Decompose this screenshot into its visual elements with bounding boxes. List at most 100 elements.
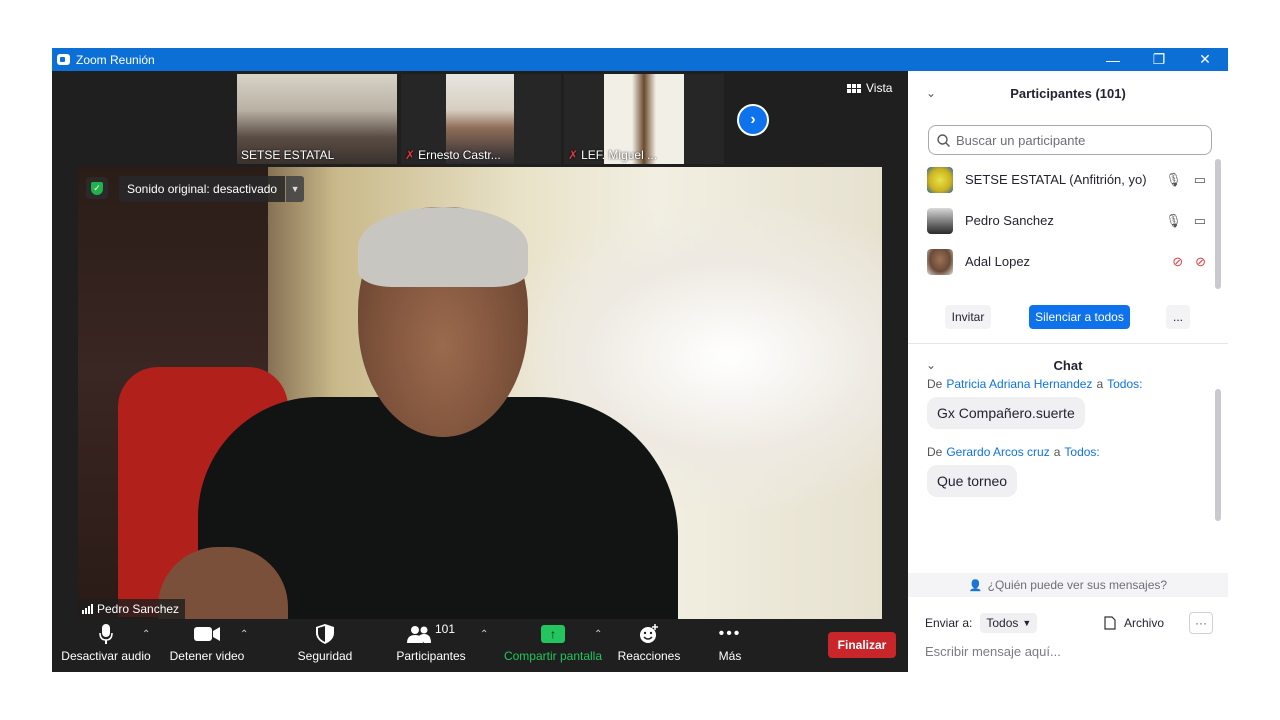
thumbnail-video[interactable]: ✗ LEF. Miguel ...	[564, 74, 724, 164]
video-area: SETSE ESTATAL ✗ Ernesto Castr... ✗ LEF. …	[52, 71, 908, 672]
participant-search[interactable]: Buscar un participante	[928, 125, 1212, 155]
avatar	[927, 166, 953, 193]
thumbnail-label: SETSE ESTATAL	[241, 148, 334, 162]
file-button[interactable]: Archivo	[1104, 616, 1164, 630]
file-label: Archivo	[1124, 616, 1165, 630]
original-sound-control[interactable]: Sonido original: desactivado ▼	[119, 176, 305, 202]
view-button[interactable]: Vista	[847, 81, 892, 95]
more-dots-icon: •••	[718, 625, 742, 642]
original-sound-label[interactable]: Sonido original: desactivado	[119, 176, 286, 202]
send-to-row: Enviar a: Todos ▼ Archivo ···	[908, 610, 1228, 636]
chat-message: De Gerardo Arcos cruz a Todos: Que torne…	[908, 443, 1228, 497]
side-panel: ⌄ Participantes (101) Buscar un particip…	[908, 71, 1228, 672]
chat-prefix: De	[927, 379, 943, 391]
participants-actions: Invitar Silenciar a todos ...	[908, 305, 1228, 331]
video-camera-icon	[164, 619, 250, 649]
video-off-icon[interactable]: ⊘	[1195, 254, 1206, 270]
chat-recipient[interactable]: Todos:	[1107, 379, 1142, 391]
chat-message-input[interactable]	[925, 641, 1215, 661]
mic-muted-icon[interactable]: ⊘	[1172, 254, 1183, 270]
participants-count: 101	[434, 622, 456, 636]
encryption-badge[interactable]: ✓	[86, 177, 108, 199]
video-camera-icon[interactable]: ▭	[1194, 172, 1206, 188]
participant-row[interactable]: Pedro Sanchez 🎙 ▭	[908, 200, 1228, 241]
video-options-caret-icon[interactable]: ⌃	[240, 629, 248, 640]
zoom-window: Zoom Reunión — ❐ ✕ SETSE ESTATAL ✗ Ernes…	[52, 48, 1228, 672]
chat-sender[interactable]: Gerardo Arcos cruz	[946, 445, 1049, 459]
mute-all-button[interactable]: Silenciar a todos	[1029, 305, 1130, 329]
participants-title: Participantes (101)	[1010, 85, 1126, 101]
avatar	[927, 207, 953, 234]
thumbnail-video[interactable]: SETSE ESTATAL	[237, 74, 397, 164]
chevron-down-icon[interactable]: ⌄	[926, 358, 936, 372]
thumbnail-name: Ernesto Castr...	[418, 148, 501, 162]
participant-row[interactable]: Adal Lopez ⊘ ⊘	[908, 241, 1228, 282]
security-button[interactable]: Seguridad	[292, 619, 358, 672]
close-button[interactable]: ✕	[1182, 48, 1228, 71]
chat-connector: a	[1053, 445, 1061, 459]
participants-more-button[interactable]: ...	[1166, 305, 1190, 329]
shield-check-icon: ✓	[91, 181, 103, 195]
reactions-label: Reacciones	[617, 649, 681, 663]
participants-options-caret-icon[interactable]: ⌃	[480, 629, 488, 640]
who-can-see-messages[interactable]: 👤 ¿Quién puede ver sus mensajes?	[908, 573, 1228, 597]
mute-audio-label: Desactivar audio	[61, 649, 151, 663]
chat-connector: a	[1096, 379, 1104, 391]
chat-sender[interactable]: Patricia Adriana Hernandez	[946, 379, 1092, 391]
title-bar: Zoom Reunión — ❐ ✕	[52, 48, 1228, 71]
zoom-logo-icon	[57, 54, 70, 65]
participant-status-icons: 🎙 ▭	[1165, 172, 1206, 188]
chevron-down-icon[interactable]: ▼	[286, 176, 305, 202]
chat-sender-line: De Gerardo Arcos cruz a Todos:	[908, 443, 1228, 461]
participants-header: ⌄ Participantes (101)	[908, 73, 1228, 113]
microphone-icon[interactable]: 🎙	[1165, 213, 1182, 229]
chat-recipient[interactable]: Todos:	[1064, 445, 1099, 459]
participant-row[interactable]: SETSE ESTATAL (Anfitrión, yo) 🎙 ▭	[908, 159, 1228, 200]
invite-button[interactable]: Invitar	[945, 305, 991, 329]
end-meeting-button[interactable]: Finalizar	[828, 632, 896, 658]
thumbnail-name: SETSE ESTATAL	[241, 148, 335, 162]
mic-muted-icon: ✗	[568, 148, 579, 162]
chat-bubble: Que torneo	[927, 465, 1018, 497]
video-person-hair	[358, 207, 528, 287]
next-page-button[interactable]: ›	[737, 104, 769, 136]
chat-message: De Patricia Adriana Hernandez a Todos: G…	[908, 379, 1228, 429]
stop-video-label: Detener video	[169, 649, 245, 663]
video-camera-icon[interactable]: ▭	[1194, 213, 1206, 229]
reactions-button[interactable]: Reacciones	[616, 619, 682, 672]
chat-prefix: De	[927, 445, 943, 459]
microphone-icon	[60, 619, 152, 649]
chat-bubble: Gx Compañero.suerte	[927, 397, 1085, 429]
mute-audio-button[interactable]: Desactivar audio	[60, 619, 152, 672]
who-can-see-label: ¿Quién puede ver sus mensajes?	[987, 578, 1168, 592]
meeting-toolbar: Desactivar audio ⌃ Detener video ⌃ Segur…	[52, 619, 908, 672]
participants-list: SETSE ESTATAL (Anfitrión, yo) 🎙 ▭ Pedro …	[908, 159, 1228, 282]
share-options-caret-icon[interactable]: ⌃	[594, 629, 602, 640]
grid-view-icon	[847, 83, 861, 93]
participants-scrollbar[interactable]	[1215, 159, 1221, 289]
chat-title: Chat	[1053, 357, 1083, 373]
send-to-dropdown[interactable]: Todos ▼	[980, 613, 1038, 633]
send-to-value: Todos	[986, 616, 1019, 630]
chat-scrollbar[interactable]	[1215, 389, 1221, 521]
audio-options-caret-icon[interactable]: ⌃	[142, 629, 150, 640]
thumbnail-label: ✗ LEF. Miguel ...	[568, 148, 657, 162]
share-screen-icon: ↑	[500, 619, 606, 649]
main-speaker-video[interactable]: ✓ Sonido original: desactivado ▼ Pedro S…	[78, 167, 882, 619]
restore-button[interactable]: ❐	[1136, 48, 1182, 71]
more-button[interactable]: ••• Más	[708, 619, 752, 672]
participants-button[interactable]: 101 Participantes	[392, 619, 470, 672]
share-screen-button[interactable]: ↑ Compartir pantalla	[500, 619, 606, 672]
search-input[interactable]: Buscar un participante	[956, 133, 1085, 148]
microphone-icon[interactable]: 🎙	[1165, 172, 1182, 188]
chat-more-button[interactable]: ···	[1189, 612, 1213, 634]
more-label: Más	[718, 649, 742, 663]
thumbnail-video[interactable]: ✗ Ernesto Castr...	[401, 74, 561, 164]
view-label: Vista	[866, 81, 893, 95]
share-screen-label: Compartir pantalla	[503, 649, 603, 663]
stop-video-button[interactable]: Detener video	[164, 619, 250, 672]
participant-status-icons: ⊘ ⊘	[1172, 254, 1206, 270]
chevron-down-icon[interactable]: ⌄	[926, 86, 936, 100]
participants-icon: 101	[392, 619, 470, 649]
minimize-button[interactable]: —	[1090, 48, 1136, 71]
